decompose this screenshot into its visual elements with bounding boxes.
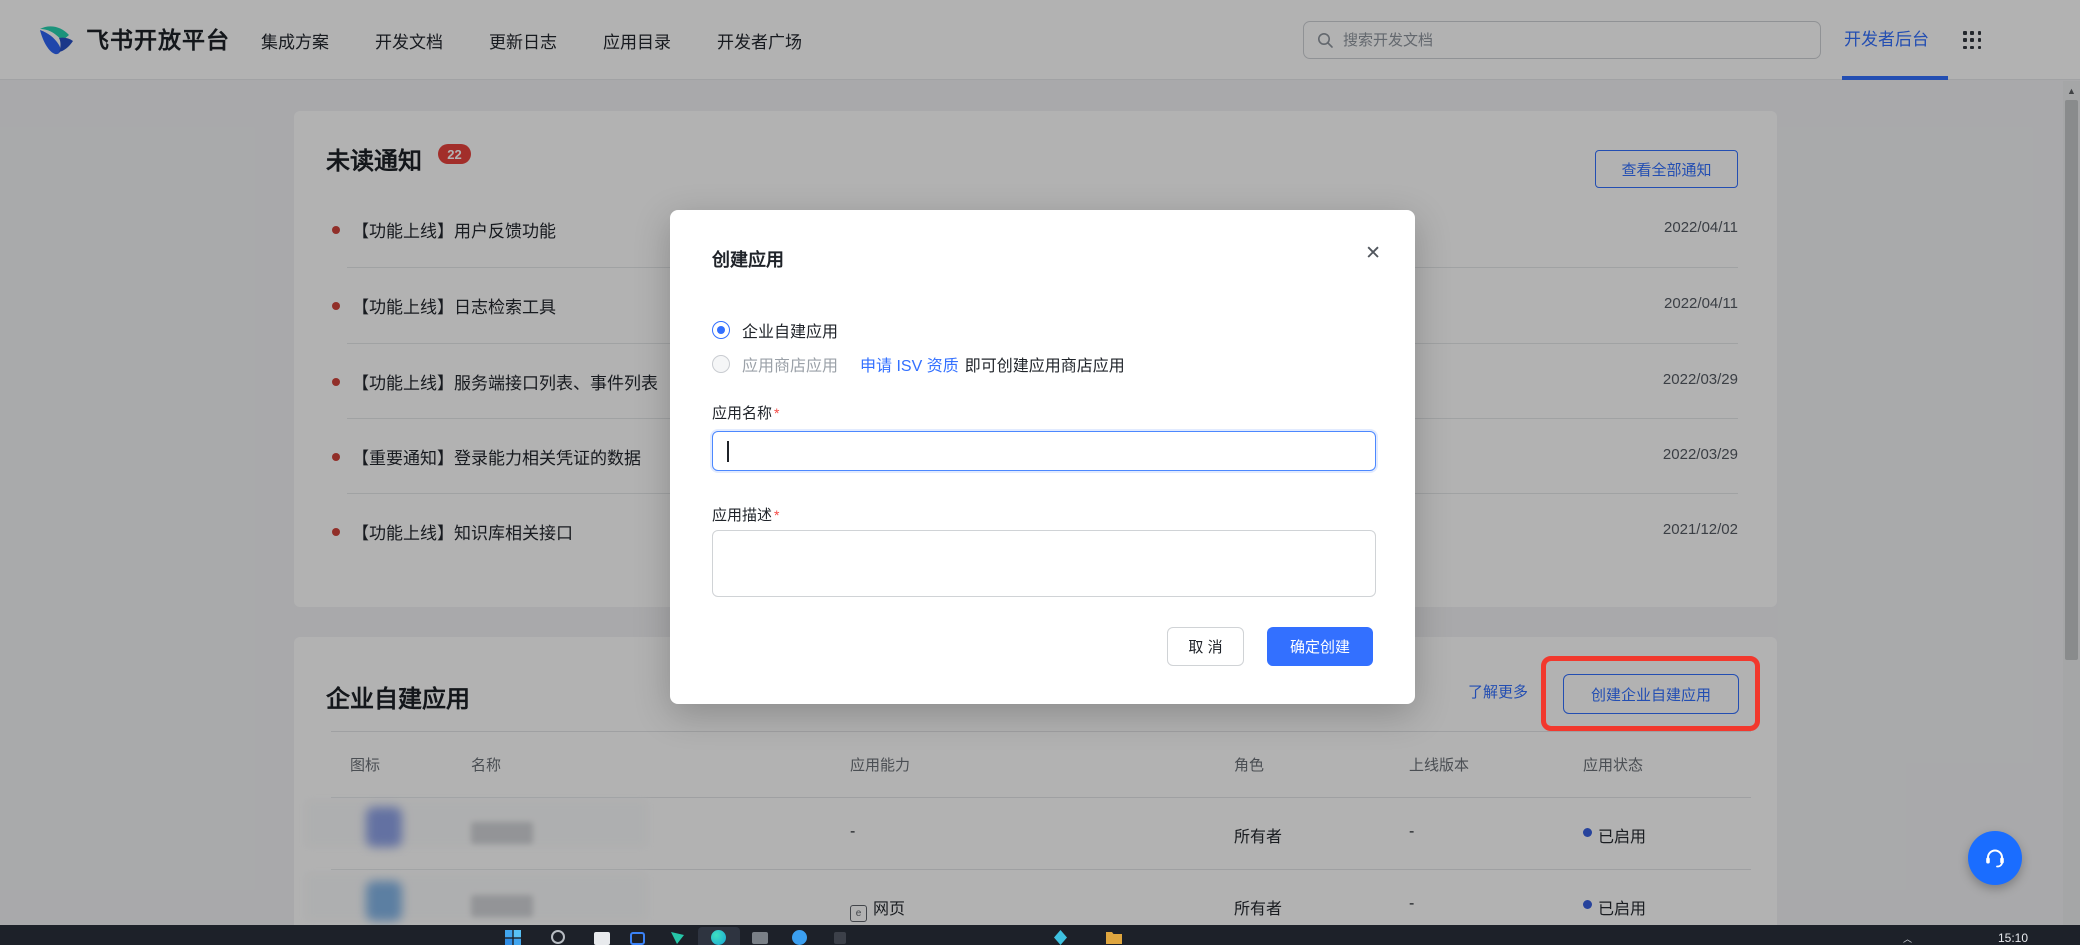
- notes-icon[interactable]: [594, 932, 610, 945]
- cancel-button[interactable]: 取 消: [1167, 627, 1244, 666]
- required-asterisk: *: [774, 405, 779, 421]
- search-taskbar-icon[interactable]: [551, 930, 565, 944]
- clock-time[interactable]: 15:10: [1998, 931, 2028, 945]
- headset-icon: [1981, 844, 2009, 872]
- confirm-create-button[interactable]: 确定创建: [1267, 627, 1373, 666]
- radio-label-store: 应用商店应用: [742, 352, 838, 376]
- close-icon[interactable]: ✕: [1365, 244, 1381, 263]
- required-asterisk: *: [774, 507, 779, 523]
- radio-row-self-built[interactable]: 企业自建应用: [712, 318, 838, 342]
- radio-row-store[interactable]: 应用商店应用 申请 ISV 资质 即可创建应用商店应用: [712, 352, 1125, 376]
- app-desc-label: 应用描述*: [712, 504, 779, 525]
- isv-suffix-text: 即可创建应用商店应用: [965, 352, 1125, 376]
- radio-disabled-icon[interactable]: [712, 355, 730, 373]
- hidden-app-icon[interactable]: [834, 932, 846, 944]
- folder-icon[interactable]: [1106, 930, 1122, 945]
- feishu-app-icon[interactable]: [698, 927, 740, 945]
- terminal-icon[interactable]: [752, 932, 768, 944]
- annotation-highlight-box: [1541, 656, 1760, 731]
- app-name-input[interactable]: [712, 431, 1376, 471]
- windows-taskbar: ︿ 15:10: [0, 925, 2080, 945]
- radio-label-self-built: 企业自建应用: [742, 318, 838, 342]
- radio-selected-icon[interactable]: [712, 321, 730, 339]
- modal-title: 创建应用: [712, 246, 784, 272]
- app-desc-textarea[interactable]: [712, 530, 1376, 597]
- drive-diamond-icon[interactable]: [1053, 930, 1069, 945]
- store-arrow-icon[interactable]: [670, 930, 686, 945]
- text-caret: [727, 441, 729, 462]
- tray-chevron-icon[interactable]: ︿: [1903, 932, 1912, 945]
- app-name-label: 应用名称*: [712, 402, 779, 423]
- create-app-modal: 创建应用 ✕ 企业自建应用 应用商店应用 申请 ISV 资质 即可创建应用商店应…: [670, 210, 1415, 704]
- help-support-button[interactable]: [1968, 831, 2022, 885]
- screen: 飞书开放平台 集成方案 开发文档 更新日志 应用目录 开发者广场 开发者后台 未…: [0, 0, 2080, 945]
- apply-isv-link[interactable]: 申请 ISV 资质: [860, 352, 959, 376]
- phone-link-icon[interactable]: [630, 932, 645, 945]
- windows-start-icon[interactable]: [505, 930, 521, 945]
- telegram-icon[interactable]: [792, 930, 807, 945]
